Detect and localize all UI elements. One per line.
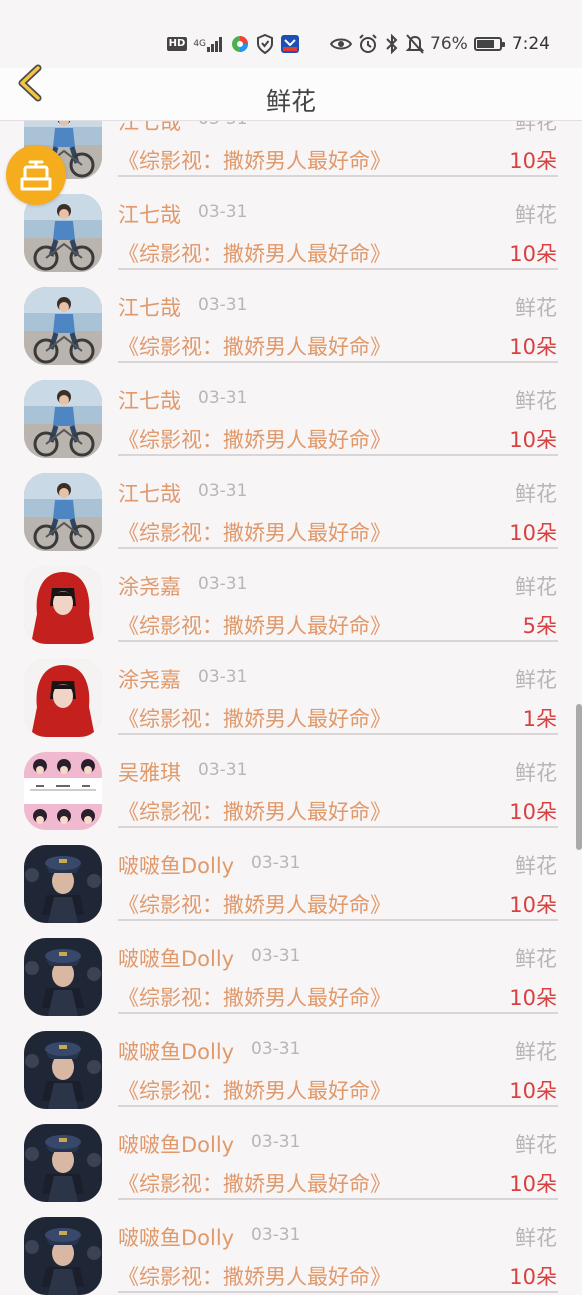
page-title: 鲜花 bbox=[265, 87, 316, 116]
list-item[interactable]: 江七哉03-31鲜花《综影视：撒娇男人最好命》10朵 bbox=[0, 121, 582, 272]
list-item[interactable]: 江七哉03-31鲜花《综影视：撒娇男人最好命》10朵 bbox=[0, 214, 582, 365]
scrollbar[interactable] bbox=[576, 704, 582, 850]
list-item[interactable]: 吴雅琪 03-31 鲜花 《综影视：撒娇男人最好命》 10朵 bbox=[0, 679, 582, 830]
list-item[interactable]: 江七哉03-31鲜花《综影视：撒娇男人最好命》10朵 bbox=[0, 307, 582, 458]
list-item[interactable]: 啵啵鱼Dolly 03-31 鲜花 《综影视：撒娇男人最好命》 10朵 bbox=[0, 865, 582, 1016]
list-item[interactable]: 啵啵鱼Dolly 03-31 鲜花 《综影视：撒娇男人最好命》 10朵 bbox=[0, 958, 582, 1109]
divider bbox=[118, 1291, 558, 1293]
shop-float-button[interactable] bbox=[6, 145, 66, 205]
list-item[interactable]: 涂尧嘉 03-31 鲜花 《综影视：撒娇男人最好命》 5朵 bbox=[0, 493, 582, 644]
book-title[interactable]: 《综影视：撒娇男人最好命》 bbox=[118, 1261, 391, 1291]
gift-type-label: 鲜花 bbox=[515, 1226, 557, 1250]
date-label: 03-31 bbox=[251, 1225, 301, 1245]
quantity-label: 10朵 bbox=[509, 1265, 557, 1289]
list-item[interactable]: 啵啵鱼Dolly 03-31 鲜花 《综影视：撒娇男人最好命》 10朵 bbox=[0, 772, 582, 923]
list-item[interactable]: 涂尧嘉 03-31 鲜花 《综影视：撒娇男人最好命》 1朵 bbox=[0, 586, 582, 737]
list-item[interactable]: 江七哉03-31鲜花《综影视：撒娇男人最好命》10朵 bbox=[0, 400, 582, 551]
username[interactable]: 啵啵鱼Dolly bbox=[118, 1222, 234, 1252]
avatar[interactable] bbox=[24, 1217, 102, 1295]
shop-icon bbox=[20, 160, 52, 191]
list-item[interactable]: 啵啵鱼Dolly 03-31 鲜花 《综影视：撒娇男人最好命》 10朵 bbox=[0, 1051, 582, 1202]
title-bar: 鲜花 bbox=[0, 64, 582, 121]
list-item[interactable]: 啵啵鱼Dolly 03-31 鲜花《综影视：撒娇男人最好命》 10朵 bbox=[0, 1144, 582, 1295]
gift-record-list: 江七哉03-31鲜花《综影视：撒娇男人最好命》10朵江七哉03-31鲜花《综影视… bbox=[0, 28, 582, 1295]
